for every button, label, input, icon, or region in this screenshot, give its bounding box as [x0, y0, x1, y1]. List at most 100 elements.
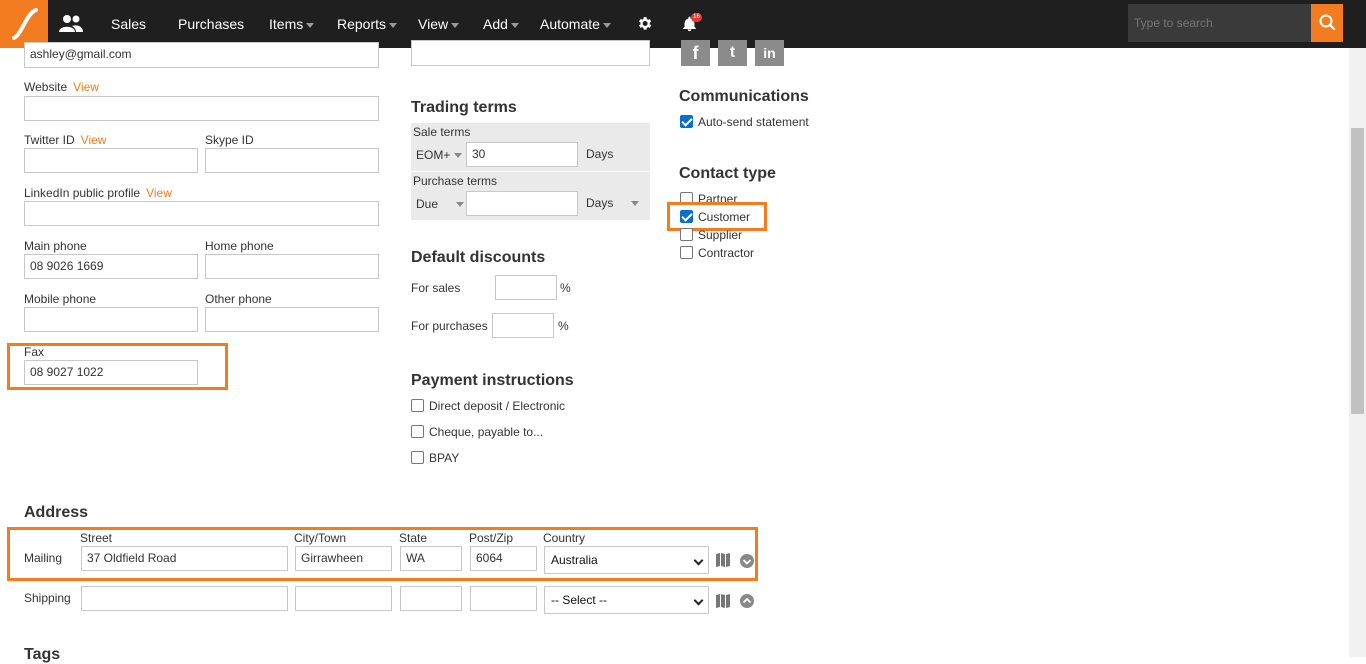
logo-swoosh-icon	[12, 8, 38, 40]
twitter-field[interactable]	[24, 148, 198, 173]
communications-heading: Communications	[679, 88, 809, 105]
website-field[interactable]	[24, 96, 379, 121]
chevron-down-icon	[602, 22, 611, 28]
chevron-down-icon	[451, 22, 460, 28]
bpay-checkbox[interactable]	[411, 451, 424, 464]
mailing-country-select[interactable]: Australia	[544, 546, 709, 574]
contacts-icon[interactable]	[58, 13, 84, 38]
nav-sales[interactable]: Sales	[111, 0, 146, 48]
cheque-checkbox[interactable]	[411, 425, 424, 438]
chevron-down-icon	[631, 201, 640, 207]
purchases-percent-label: %	[558, 319, 569, 333]
linkedin-view-link[interactable]: View	[146, 186, 172, 200]
shipping-country-value: -- Select --	[551, 593, 608, 607]
fax-field[interactable]: 08 9027 1022	[24, 360, 198, 385]
copy-address-down-icon[interactable]	[740, 554, 754, 571]
copy-address-up-icon[interactable]	[740, 594, 754, 611]
chevron-down-icon	[306, 22, 315, 28]
search-input[interactable]	[1128, 4, 1312, 42]
contractor-checkbox[interactable]	[680, 246, 693, 259]
purchase-terms-type-value: Due	[416, 197, 439, 211]
main-phone-label: Main phone	[24, 239, 87, 253]
mobile-phone-field[interactable]	[24, 307, 198, 332]
state-column-label: State	[399, 531, 428, 545]
linkedin-field[interactable]	[24, 201, 379, 226]
shipping-street-field[interactable]	[81, 586, 288, 611]
email-field[interactable]: ashley@gmail.com	[24, 42, 379, 68]
for-purchases-label: For purchases	[411, 319, 488, 333]
purchase-terms-days-field[interactable]	[466, 191, 578, 216]
map-icon[interactable]	[716, 594, 731, 611]
mailing-state-field[interactable]: WA	[400, 546, 462, 571]
cheque-label: Cheque, payable to...	[429, 425, 544, 439]
gear-icon[interactable]	[636, 15, 653, 35]
purchase-terms-label: Purchase terms	[413, 174, 498, 188]
nav-items[interactable]: Items	[269, 0, 315, 48]
default-discounts-heading: Default discounts	[411, 249, 546, 266]
page-scrollbar-thumb[interactable]	[1351, 128, 1364, 414]
nav-add-label: Add	[483, 16, 508, 32]
shipping-city-field[interactable]	[295, 586, 392, 611]
tags-heading: Tags	[24, 646, 61, 663]
other-phone-field[interactable]	[205, 307, 379, 332]
other-phone-label: Other phone	[205, 292, 272, 306]
auto-send-statement-checkbox[interactable]	[680, 115, 693, 128]
nav-purchases-label: Purchases	[178, 16, 245, 32]
app-logo[interactable]	[0, 0, 48, 48]
shipping-label: Shipping	[24, 591, 71, 605]
street-column-label: Street	[80, 531, 113, 545]
mailing-city-field[interactable]: Girrawheen	[295, 546, 392, 571]
map-icon[interactable]	[716, 553, 731, 570]
main-phone-field[interactable]: 08 9026 1669	[24, 254, 198, 279]
mailing-label: Mailing	[24, 551, 63, 565]
linkedin-label: LinkedIn public profile View	[24, 186, 172, 200]
nav-reports[interactable]: Reports	[337, 0, 398, 48]
home-phone-field[interactable]	[205, 254, 379, 279]
direct-deposit-label: Direct deposit / Electronic	[429, 399, 566, 413]
contact-type-heading: Contact type	[679, 165, 776, 182]
twitter-view-link[interactable]: View	[81, 133, 107, 147]
nav-view-label: View	[418, 16, 449, 32]
purchase-terms-type-select[interactable]: Due	[416, 197, 465, 211]
shipping-state-field[interactable]	[400, 586, 462, 611]
website-view-link[interactable]: View	[73, 80, 99, 94]
mailing-street-field[interactable]: 37 Oldfield Road	[81, 546, 288, 571]
nav-automate-label: Automate	[540, 16, 600, 32]
website-label: Website View	[24, 80, 99, 94]
sale-terms-type-select[interactable]: EOM+	[416, 148, 463, 162]
payment-instructions-heading: Payment instructions	[411, 372, 574, 389]
sales-discount-field[interactable]	[495, 275, 557, 300]
shipping-post-field[interactable]	[470, 586, 537, 611]
search-icon	[1319, 14, 1336, 31]
linkedin-icon[interactable]: in	[755, 40, 784, 66]
trading-terms-heading: Trading terms	[411, 99, 517, 116]
purchases-discount-field[interactable]	[492, 313, 554, 338]
skype-field[interactable]	[205, 148, 379, 173]
sale-terms-unit-label: Days	[586, 147, 614, 161]
purchase-terms-unit-select[interactable]: Days	[586, 196, 640, 210]
mobile-phone-label: Mobile phone	[24, 292, 97, 306]
nav-reports-label: Reports	[337, 16, 387, 32]
post-column-label: Post/Zip	[469, 531, 514, 545]
middle-top-field[interactable]	[411, 40, 650, 66]
notification-badge: 16	[691, 13, 702, 22]
bpay-label: BPAY	[429, 451, 460, 465]
chevron-down-icon	[389, 22, 398, 28]
nav-purchases[interactable]: Purchases	[178, 0, 244, 48]
linkedin-label-text: LinkedIn public profile	[24, 186, 141, 200]
chevron-down-icon	[456, 202, 465, 208]
search-button[interactable]	[1311, 4, 1343, 42]
customer-label: Customer	[698, 210, 751, 224]
shipping-country-select[interactable]: -- Select --	[544, 586, 709, 614]
customer-checkbox[interactable]	[680, 210, 693, 223]
country-column-label: Country	[543, 531, 586, 545]
direct-deposit-checkbox[interactable]	[411, 399, 424, 412]
facebook-icon[interactable]: f	[681, 40, 710, 66]
sale-terms-days-field[interactable]: 30	[466, 142, 578, 167]
twitter-label: Twitter ID View	[24, 133, 106, 147]
supplier-checkbox[interactable]	[680, 228, 693, 241]
chevron-down-icon	[454, 153, 463, 159]
nav-sales-label: Sales	[111, 16, 147, 32]
mailing-post-field[interactable]: 6064	[470, 546, 537, 571]
twitter-icon[interactable]: t	[718, 40, 747, 66]
